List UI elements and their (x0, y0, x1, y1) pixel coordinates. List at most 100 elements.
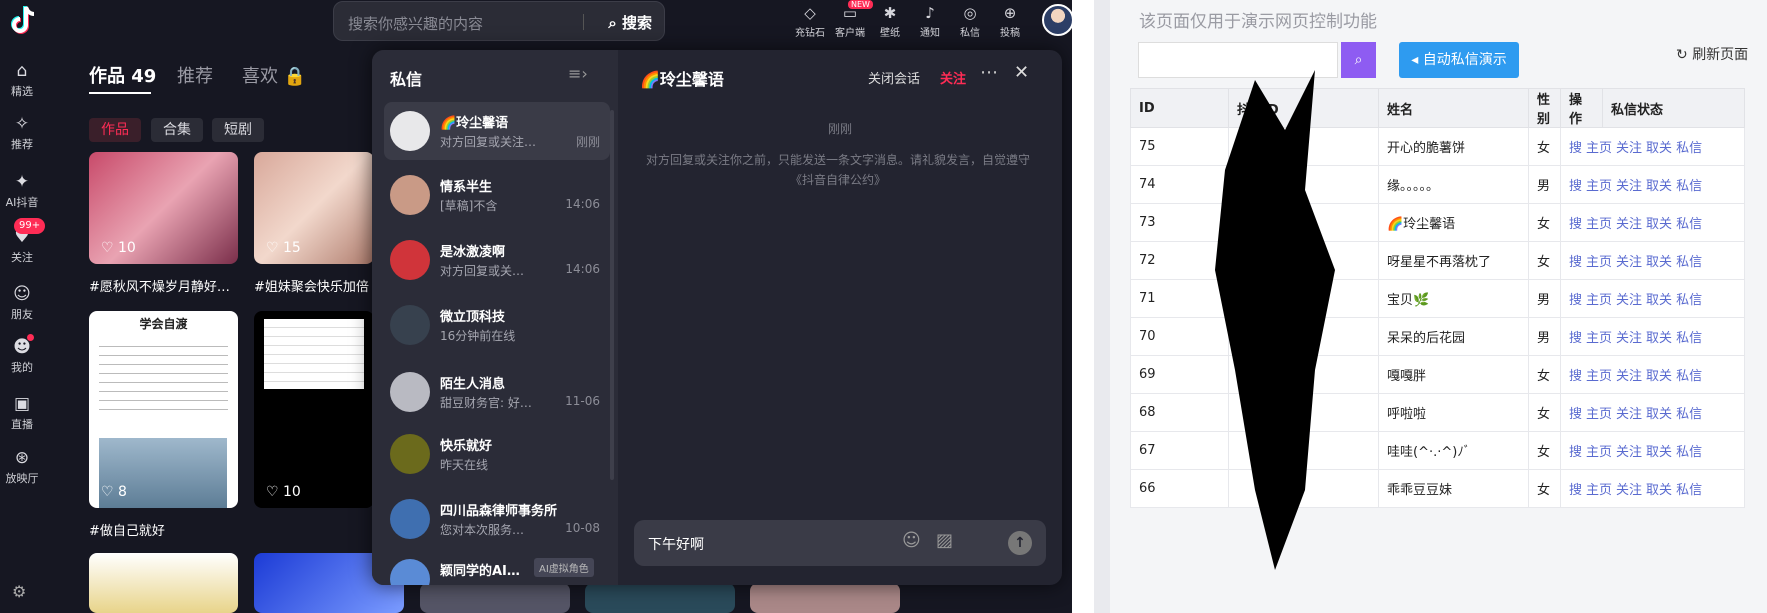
douyin-logo[interactable] (8, 4, 38, 38)
action-link[interactable]: 取关 (1646, 369, 1672, 384)
sidebar-item-follow[interactable]: ♥ 关注 99+ (0, 218, 46, 265)
action-link[interactable]: 主页 (1586, 179, 1612, 194)
action-link[interactable]: 关注 (1616, 179, 1642, 194)
conversation-item[interactable]: 是冰激凌啊 对方回复或关… 14:06 (384, 231, 610, 289)
search-input[interactable]: 搜索你感兴趣的内容 (348, 13, 483, 34)
search-bar[interactable]: 搜索你感兴趣的内容 ⌕ 搜索 (333, 1, 665, 41)
video-title[interactable]: #姐妹聚会快乐加倍 (254, 276, 372, 295)
action-link[interactable]: 私信 (1676, 141, 1702, 156)
action-link[interactable]: 关注 (1616, 445, 1642, 460)
sidebar-item-ai[interactable]: ✦ AI抖音 (0, 171, 44, 210)
video-title[interactable]: #愿秋风不燥岁月静好… (89, 276, 230, 295)
action-link[interactable]: 关注 (1616, 331, 1642, 346)
settings-icon[interactable]: ⚙ (12, 582, 26, 601)
tab-likes[interactable]: 喜欢 🔒 (242, 62, 306, 88)
video-card[interactable] (420, 583, 570, 613)
video-card[interactable]: ♡ 10 (254, 311, 374, 508)
sidebar-item-tv[interactable]: ▣ 直播 (0, 393, 44, 432)
sidebar-item-profile[interactable]: ☻ 我的 (0, 334, 44, 375)
action-link[interactable]: 搜 (1569, 141, 1582, 156)
action-link[interactable]: 主页 (1586, 407, 1612, 422)
video-card[interactable] (89, 553, 238, 613)
action-link[interactable]: 搜 (1569, 255, 1582, 270)
action-link[interactable]: 私信 (1676, 179, 1702, 194)
action-link[interactable]: 搜 (1569, 331, 1582, 346)
topbar-bell[interactable]: ♪ 通知 (910, 2, 950, 39)
follow-button[interactable]: 关注 (940, 68, 966, 87)
subtab-shortdrama[interactable]: 短剧 (212, 118, 264, 142)
action-link[interactable]: 取关 (1646, 293, 1672, 308)
action-link[interactable]: 私信 (1676, 407, 1702, 422)
topbar-upload[interactable]: ⊕ 投稿 (990, 2, 1030, 39)
action-link[interactable]: 取关 (1646, 141, 1672, 156)
action-link[interactable]: 私信 (1676, 369, 1702, 384)
close-icon[interactable]: ✕ (1014, 62, 1029, 83)
conversation-item[interactable]: 颖同学的AI… AI虚拟角色 (384, 550, 610, 585)
action-link[interactable]: 关注 (1616, 217, 1642, 232)
action-link[interactable]: 主页 (1586, 369, 1612, 384)
emoji-icon[interactable]: ☺ (902, 530, 921, 551)
tab-works[interactable]: 作品 49 (89, 62, 156, 88)
topbar-client[interactable]: ▭ 客户端 NEW (830, 0, 873, 39)
video-card[interactable]: ♡ 10 (89, 152, 238, 264)
topbar-message[interactable]: ◎ 私信 (950, 2, 990, 39)
action-link[interactable]: 取关 (1646, 445, 1672, 460)
action-link[interactable]: 关注 (1616, 369, 1642, 384)
action-link[interactable]: 主页 (1586, 217, 1612, 232)
action-link[interactable]: 搜 (1569, 369, 1582, 384)
video-card[interactable]: 学会自渡 ♡ 8 (89, 311, 238, 508)
sidebar-item-friends[interactable]: ☺ 朋友 (0, 283, 44, 322)
send-button[interactable]: ↑ (1008, 531, 1032, 555)
conversation-item[interactable]: 🌈玲尘馨语 对方回复或关注… 刚刚 (384, 102, 610, 160)
conversation-item[interactable]: 快乐就好 昨天在线 (384, 425, 610, 483)
action-link[interactable]: 私信 (1676, 445, 1702, 460)
action-link[interactable]: 取关 (1646, 179, 1672, 194)
action-link[interactable]: 搜 (1569, 445, 1582, 460)
action-link[interactable]: 私信 (1676, 255, 1702, 270)
close-conversation-button[interactable]: 关闭会话 (868, 68, 920, 87)
action-link[interactable]: 主页 (1586, 255, 1612, 270)
tab-recommend[interactable]: 推荐 (177, 62, 213, 88)
action-link[interactable]: 主页 (1586, 483, 1612, 498)
action-link[interactable]: 私信 (1676, 331, 1702, 346)
subtab-collections[interactable]: 合集 (151, 118, 203, 142)
auto-dm-button[interactable]: ◂ 自动私信演示 (1399, 42, 1519, 78)
search-button[interactable]: ⌕ 搜索 (608, 12, 652, 33)
collapse-icon[interactable]: ≡› (568, 64, 588, 83)
video-card[interactable] (585, 583, 735, 613)
action-link[interactable]: 搜 (1569, 179, 1582, 194)
subtab-works[interactable]: 作品 (89, 118, 141, 142)
video-card[interactable]: ♡ 15 (254, 152, 374, 264)
action-link[interactable]: 主页 (1586, 293, 1612, 308)
action-link[interactable]: 私信 (1676, 217, 1702, 232)
action-link[interactable]: 搜 (1569, 407, 1582, 422)
action-link[interactable]: 主页 (1586, 331, 1612, 346)
refresh-button[interactable]: ↻ 刷新页面 (1676, 44, 1748, 64)
action-link[interactable]: 取关 (1646, 217, 1672, 232)
conversation-item[interactable]: 陌生人消息 甜豆财务官: 好… 11-06 (384, 363, 610, 421)
action-link[interactable]: 关注 (1616, 407, 1642, 422)
conversation-item[interactable]: 四川品森律师事务所 您对本次服务… 10-08 (384, 490, 610, 548)
image-icon[interactable]: ▨ (936, 530, 953, 551)
video-title[interactable]: #做自己就好 (89, 520, 165, 539)
action-link[interactable]: 关注 (1616, 483, 1642, 498)
action-link[interactable]: 取关 (1646, 331, 1672, 346)
sidebar-item-home[interactable]: ⌂ 精选 (0, 60, 44, 99)
action-link[interactable]: 私信 (1676, 293, 1702, 308)
action-link[interactable]: 关注 (1616, 141, 1642, 156)
topbar-wallpaper[interactable]: ✱ 壁纸 (870, 2, 910, 39)
action-link[interactable]: 搜 (1569, 483, 1582, 498)
list-scrollbar[interactable] (610, 110, 614, 480)
action-link[interactable]: 取关 (1646, 407, 1672, 422)
action-link[interactable]: 主页 (1586, 445, 1612, 460)
conversation-item[interactable]: 微立顶科技 16分钟前在线 (384, 296, 610, 354)
action-link[interactable]: 主页 (1586, 141, 1612, 156)
action-link[interactable]: 私信 (1676, 483, 1702, 498)
conversation-item[interactable]: 情系半生 [草稿]不含 14:06 (384, 166, 610, 224)
video-card[interactable] (750, 583, 900, 613)
action-link[interactable]: 关注 (1616, 293, 1642, 308)
topbar-diamond[interactable]: ◇ 充钻石 (790, 2, 830, 39)
message-input[interactable]: 下午好啊 ☺ ▨ ↑ (634, 520, 1046, 566)
sidebar-item-sparkle[interactable]: ✧ 推荐 (0, 113, 44, 152)
user-avatar[interactable] (1042, 4, 1072, 36)
